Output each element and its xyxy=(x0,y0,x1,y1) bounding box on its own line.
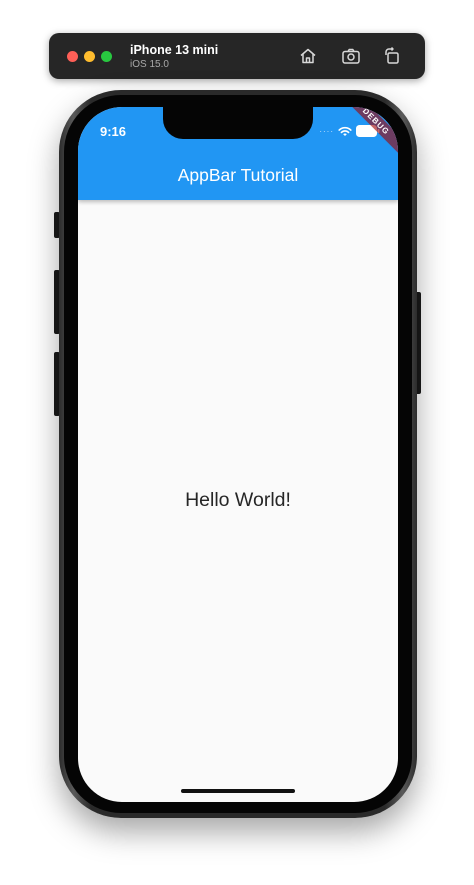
app-bar-title: AppBar Tutorial xyxy=(177,165,299,185)
os-version: iOS 15.0 xyxy=(130,59,169,70)
signal-dots-icon: ···· xyxy=(319,126,334,136)
home-icon[interactable] xyxy=(297,45,319,67)
status-time: 9:16 xyxy=(100,124,127,139)
screenshot-icon[interactable] xyxy=(340,45,362,67)
stage: iPhone 13 mini iOS 15.0 9:16 ···· AppBar… xyxy=(0,0,474,885)
minimize-window-button[interactable] xyxy=(84,51,95,62)
camera-notch xyxy=(163,107,313,139)
close-window-button[interactable] xyxy=(67,51,78,62)
wifi-icon xyxy=(338,126,352,136)
rotate-icon[interactable] xyxy=(381,45,403,67)
device-name: iPhone 13 mini xyxy=(130,43,219,57)
home-indicator[interactable] xyxy=(181,789,295,793)
status-icons: ···· xyxy=(319,125,380,137)
simulator-toolbar: iPhone 13 mini iOS 15.0 xyxy=(49,33,425,79)
body-text: Hello World! xyxy=(185,489,291,511)
device-screen: 9:16 ···· AppBar Tutorial DEBUG Hello Wo… xyxy=(78,107,398,802)
zoom-window-button[interactable] xyxy=(101,51,112,62)
